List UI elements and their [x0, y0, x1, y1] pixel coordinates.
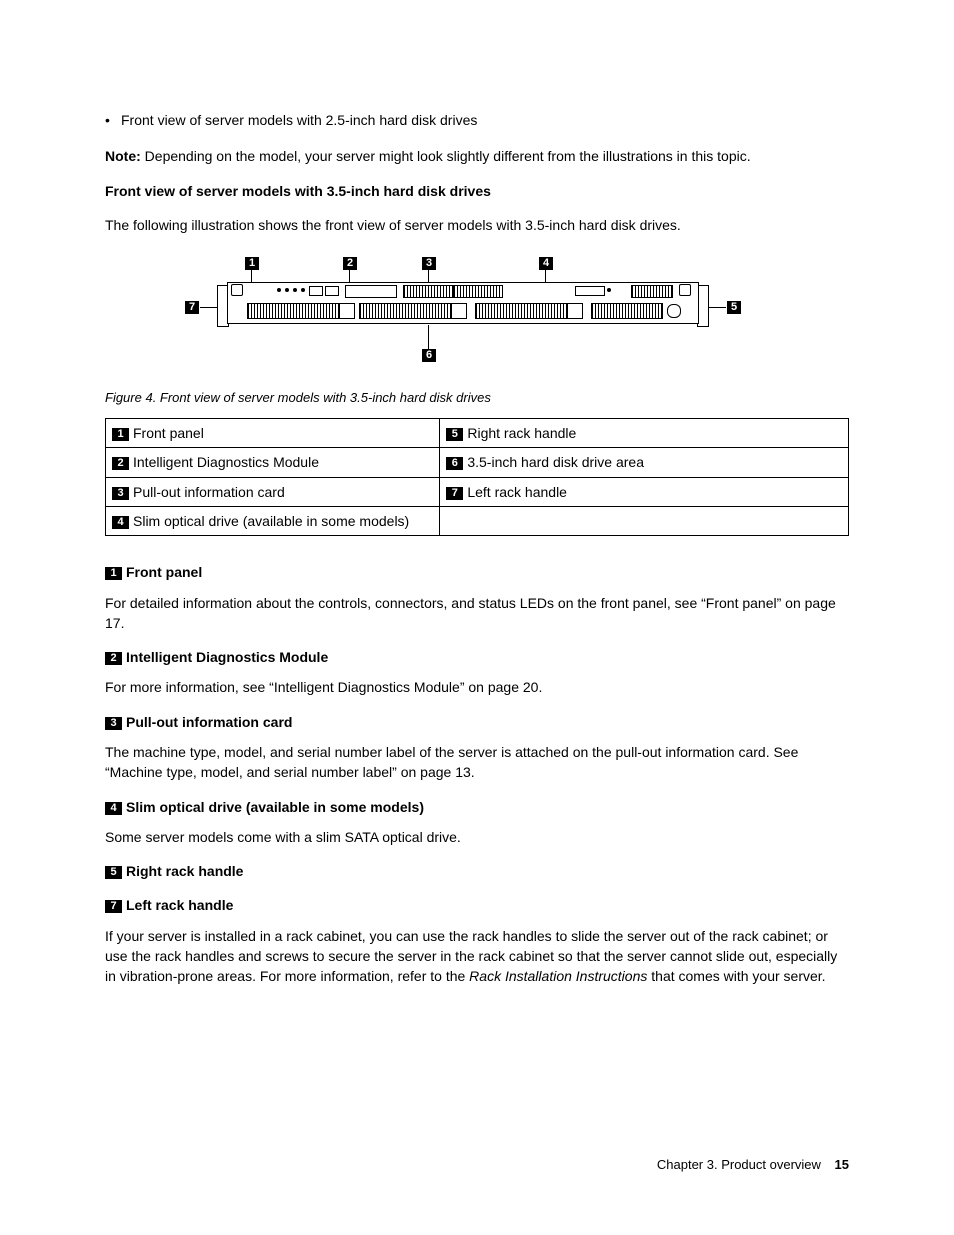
cell-text: Intelligent Diagnostics Module — [133, 454, 319, 470]
table-row: 2 Intelligent Diagnostics Module 6 3.5-inc… — [106, 448, 849, 477]
num-badge: 2 — [105, 652, 122, 665]
footer-page-number: 15 — [835, 1157, 849, 1172]
item-heading: 2 Intelligent Diagnostics Module — [105, 647, 849, 667]
item-title: Front panel — [126, 564, 202, 580]
item-body: Some server models come with a slim SATA… — [105, 827, 849, 847]
drive-bay — [475, 303, 567, 319]
cell-text: Right rack handle — [467, 425, 576, 441]
item-heading: 1 Front panel — [105, 562, 849, 582]
item-heading: 3 Pull-out information card — [105, 712, 849, 732]
num-badge: 3 — [112, 487, 129, 500]
callout-2: 2 — [343, 257, 357, 270]
cell-text: Front panel — [133, 425, 204, 441]
num-badge: 5 — [446, 428, 463, 441]
note-text: Depending on the model, your server migh… — [145, 148, 751, 164]
table-cell — [440, 506, 849, 535]
num-badge: 5 — [105, 866, 122, 879]
drive-bay — [247, 303, 339, 319]
item-heading: 4 Slim optical drive (available in some m… — [105, 797, 849, 817]
item-title: Intelligent Diagnostics Module — [126, 649, 328, 665]
callout-1: 1 — [245, 257, 259, 270]
item-title: Pull-out information card — [126, 714, 292, 730]
led-area — [679, 284, 691, 296]
bullet-item: •Front view of server models with 2.5-in… — [105, 110, 849, 130]
info-card — [403, 285, 453, 298]
num-badge: 7 — [446, 487, 463, 500]
optical-drive — [575, 286, 605, 296]
page: •Front view of server models with 2.5-in… — [0, 0, 954, 1235]
drive-bay — [359, 303, 451, 319]
info-card — [453, 285, 503, 298]
table-cell: 4 Slim optical drive (available in some m… — [106, 506, 440, 535]
lead-paragraph: The following illustration shows the fro… — [105, 215, 849, 235]
led-area — [231, 284, 243, 296]
callout-7: 7 — [185, 301, 199, 314]
callout-table: 1 Front panel 5 Right rack handle 2 Intelli… — [105, 418, 849, 536]
num-badge: 1 — [112, 428, 129, 441]
item-title: Right rack handle — [126, 863, 243, 879]
footer-chapter: Chapter 3. Product overview — [657, 1157, 821, 1172]
item-body: The machine type, model, and serial numb… — [105, 742, 849, 783]
section-heading: Front view of server models with 3.5-inc… — [105, 181, 849, 201]
note-paragraph: Note: Depending on the model, your serve… — [105, 146, 849, 166]
table-cell: 2 Intelligent Diagnostics Module — [106, 448, 440, 477]
figure: 1 2 3 4 7 5 6 — [105, 257, 849, 377]
diag-module — [345, 285, 397, 298]
cell-text: Slim optical drive (available in some mo… — [133, 513, 409, 529]
callout-4: 4 — [539, 257, 553, 270]
table-row: 1 Front panel 5 Right rack handle — [106, 419, 849, 448]
drive-latch — [451, 303, 467, 319]
cell-text: Pull-out information card — [133, 484, 285, 500]
port — [325, 286, 339, 296]
item-body: For detailed information about the contr… — [105, 593, 849, 634]
num-badge: 4 — [105, 802, 122, 815]
vent — [631, 285, 673, 298]
cell-text: Left rack handle — [467, 484, 567, 500]
table-cell: 6 3.5-inch hard disk drive area — [440, 448, 849, 477]
cell-text: 3.5-inch hard disk drive area — [467, 454, 644, 470]
num-badge: 4 — [112, 516, 129, 529]
item-heading: 7 Left rack handle — [105, 895, 849, 915]
bullet-icon: • — [105, 110, 121, 130]
callout-3: 3 — [422, 257, 436, 270]
server-diagram: 1 2 3 4 7 5 6 — [207, 257, 747, 377]
port — [309, 286, 323, 296]
bullet-text: Front view of server models with 2.5-inc… — [121, 112, 477, 128]
callout-6: 6 — [422, 349, 436, 362]
item-body: If your server is installed in a rack ca… — [105, 926, 849, 987]
drive-latch — [567, 303, 583, 319]
leader — [428, 325, 429, 349]
callout-5: 5 — [727, 301, 741, 314]
table-cell: 7 Left rack handle — [440, 477, 849, 506]
figure-caption: Figure 4. Front view of server models wi… — [105, 389, 849, 408]
num-badge: 6 — [446, 457, 463, 470]
table-cell: 1 Front panel — [106, 419, 440, 448]
num-badge: 7 — [105, 900, 122, 913]
drive-latch — [667, 304, 681, 318]
num-badge: 1 — [105, 567, 122, 580]
num-badge: 2 — [112, 457, 129, 470]
leader — [200, 307, 217, 308]
table-row: 4 Slim optical drive (available in some m… — [106, 506, 849, 535]
drive-latch — [339, 303, 355, 319]
drive-bay — [591, 303, 663, 319]
num-badge: 3 — [105, 717, 122, 730]
note-label: Note: — [105, 148, 141, 164]
table-cell: 3 Pull-out information card — [106, 477, 440, 506]
item-title: Left rack handle — [126, 897, 233, 913]
item-title: Slim optical drive (available in some mo… — [126, 799, 424, 815]
item-body: For more information, see “Intelligent D… — [105, 677, 849, 697]
page-footer: Chapter 3. Product overview 15 — [657, 1156, 849, 1175]
table-cell: 5 Right rack handle — [440, 419, 849, 448]
table-row: 3 Pull-out information card 7 Left rack ha… — [106, 477, 849, 506]
item-heading: 5 Right rack handle — [105, 861, 849, 881]
body-italic: Rack Installation Instructions — [469, 968, 647, 984]
body-part: that comes with your server. — [647, 968, 825, 984]
